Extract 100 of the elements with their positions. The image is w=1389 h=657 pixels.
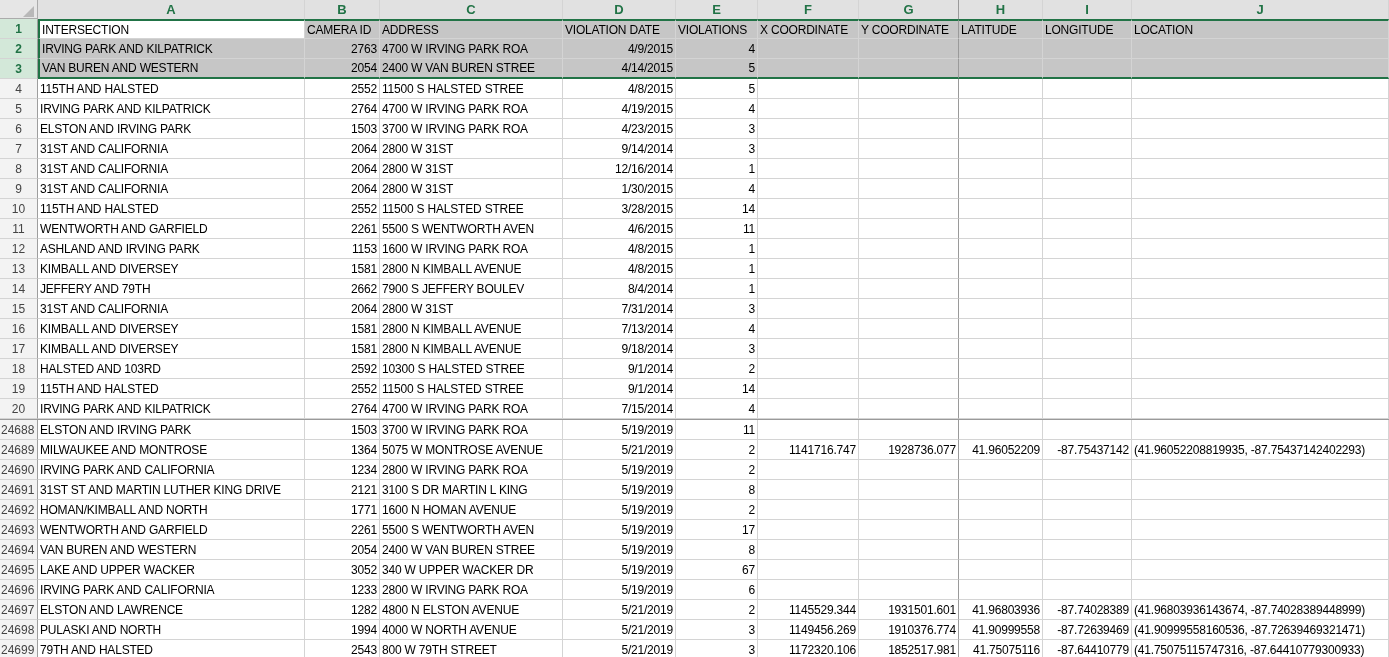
row-header[interactable]: 24690 <box>0 460 38 480</box>
table-cell: HALSTED AND 103RD <box>38 359 305 379</box>
row-header[interactable]: 24695 <box>0 560 38 580</box>
table-cell: 5/19/2019 <box>563 420 676 440</box>
table-cell: LATITUDE <box>959 19 1043 39</box>
table-cell: 2 <box>676 359 758 379</box>
table-cell: 4/8/2015 <box>563 79 676 99</box>
table-cell: IRVING PARK AND CALIFORNIA <box>38 580 305 600</box>
column-header[interactable]: H <box>959 0 1043 20</box>
column-header[interactable]: F <box>758 0 859 20</box>
table-cell: 3100 S DR MARTIN L KING <box>380 480 563 500</box>
table-cell: 2800 N KIMBALL AVENUE <box>380 259 563 279</box>
row-header[interactable]: 19 <box>0 379 38 399</box>
table-cell: 2800 W 31ST <box>380 159 563 179</box>
table-cell: CAMERA ID <box>305 19 380 39</box>
row-header[interactable]: 17 <box>0 339 38 359</box>
column-header[interactable]: J <box>1132 0 1389 20</box>
table-cell: 2064 <box>305 299 380 319</box>
table-cell: IRVING PARK AND CALIFORNIA <box>38 460 305 480</box>
table-cell: 1503 <box>305 119 380 139</box>
table-cell: HOMAN/KIMBALL AND NORTH <box>38 500 305 520</box>
table-cell: 4700 W IRVING PARK ROA <box>380 399 563 419</box>
table-cell: 12/16/2014 <box>563 159 676 179</box>
table-cell: 5/19/2019 <box>563 560 676 580</box>
row-header[interactable]: 24691 <box>0 480 38 500</box>
table-cell: -87.75437142 <box>1043 440 1132 460</box>
row-header[interactable]: 24688 <box>0 420 38 440</box>
table-cell: 2552 <box>305 79 380 99</box>
row-header[interactable]: 16 <box>0 319 38 339</box>
table-cell: 1600 W IRVING PARK ROA <box>380 239 563 259</box>
table-cell: 14 <box>676 379 758 399</box>
table-cell: 2552 <box>305 379 380 399</box>
table-cell: LOCATION <box>1132 19 1389 39</box>
row-header[interactable]: 24689 <box>0 440 38 460</box>
table-cell: 5/19/2019 <box>563 460 676 480</box>
table-cell: 2 <box>676 600 758 620</box>
table-cell: 7/15/2014 <box>563 399 676 419</box>
table-cell: 1282 <box>305 600 380 620</box>
table-cell: 5/19/2019 <box>563 580 676 600</box>
table-cell: 2261 <box>305 219 380 239</box>
table-cell: 1/30/2015 <box>563 179 676 199</box>
row-header[interactable]: 11 <box>0 219 38 239</box>
column-header[interactable]: I <box>1043 0 1132 20</box>
table-cell: 1910376.774 <box>859 620 959 640</box>
table-cell: 5/19/2019 <box>563 540 676 560</box>
table-cell: 10300 S HALSTED STREE <box>380 359 563 379</box>
table-cell: 5075 W MONTROSE AVENUE <box>380 440 563 460</box>
row-header[interactable]: 24694 <box>0 540 38 560</box>
table-cell: 4/14/2015 <box>563 59 676 79</box>
row-header[interactable]: 24699 <box>0 640 38 657</box>
table-cell: 1928736.077 <box>859 440 959 460</box>
table-cell: 2662 <box>305 279 380 299</box>
row-header[interactable]: 3 <box>0 59 38 79</box>
row-header[interactable]: 13 <box>0 259 38 279</box>
row-header[interactable]: 8 <box>0 159 38 179</box>
table-cell: 4/8/2015 <box>563 259 676 279</box>
table-cell: 2 <box>676 500 758 520</box>
row-header[interactable]: 24697 <box>0 600 38 620</box>
table-cell: (41.90999558160536, -87.72639469321471) <box>1132 620 1389 640</box>
row-header[interactable]: 5 <box>0 99 38 119</box>
table-cell: 1233 <box>305 580 380 600</box>
row-header[interactable]: 7 <box>0 139 38 159</box>
row-header[interactable]: 4 <box>0 79 38 99</box>
table-cell: 11500 S HALSTED STREE <box>380 79 563 99</box>
table-cell: 2261 <box>305 520 380 540</box>
table-cell: 3700 W IRVING PARK ROA <box>380 119 563 139</box>
row-header[interactable]: 1 <box>0 19 38 39</box>
row-header[interactable]: 20 <box>0 399 38 419</box>
row-header[interactable]: 10 <box>0 199 38 219</box>
row-header[interactable]: 14 <box>0 279 38 299</box>
row-header[interactable]: 2 <box>0 39 38 59</box>
column-header[interactable]: B <box>305 0 380 20</box>
row-header[interactable]: 24698 <box>0 620 38 640</box>
table-cell: 9/18/2014 <box>563 339 676 359</box>
row-header[interactable]: 24692 <box>0 500 38 520</box>
row-header[interactable]: 15 <box>0 299 38 319</box>
row-header[interactable]: 12 <box>0 239 38 259</box>
row-header[interactable]: 24696 <box>0 580 38 600</box>
table-cell: 2800 W IRVING PARK ROA <box>380 460 563 480</box>
row-header[interactable]: 24693 <box>0 520 38 540</box>
table-cell: 17 <box>676 520 758 540</box>
row-header[interactable]: 9 <box>0 179 38 199</box>
column-header[interactable]: D <box>563 0 676 20</box>
table-cell: -87.72639469 <box>1043 620 1132 640</box>
table-cell: 4 <box>676 179 758 199</box>
table-cell: 1153 <box>305 239 380 259</box>
table-cell: 2552 <box>305 199 380 219</box>
column-header[interactable]: E <box>676 0 758 20</box>
table-cell: 4/9/2015 <box>563 39 676 59</box>
column-header[interactable]: A <box>38 0 305 20</box>
column-header[interactable]: C <box>380 0 563 20</box>
table-cell: 4 <box>676 99 758 119</box>
table-cell: 3700 W IRVING PARK ROA <box>380 420 563 440</box>
column-header[interactable]: G <box>859 0 959 20</box>
select-all-icon[interactable] <box>23 5 34 17</box>
table-cell: 2400 W VAN BUREN STREE <box>380 540 563 560</box>
row-header[interactable]: 6 <box>0 119 38 139</box>
row-header[interactable]: 18 <box>0 359 38 379</box>
table-cell: 2800 W 31ST <box>380 299 563 319</box>
table-cell: 5/21/2019 <box>563 600 676 620</box>
